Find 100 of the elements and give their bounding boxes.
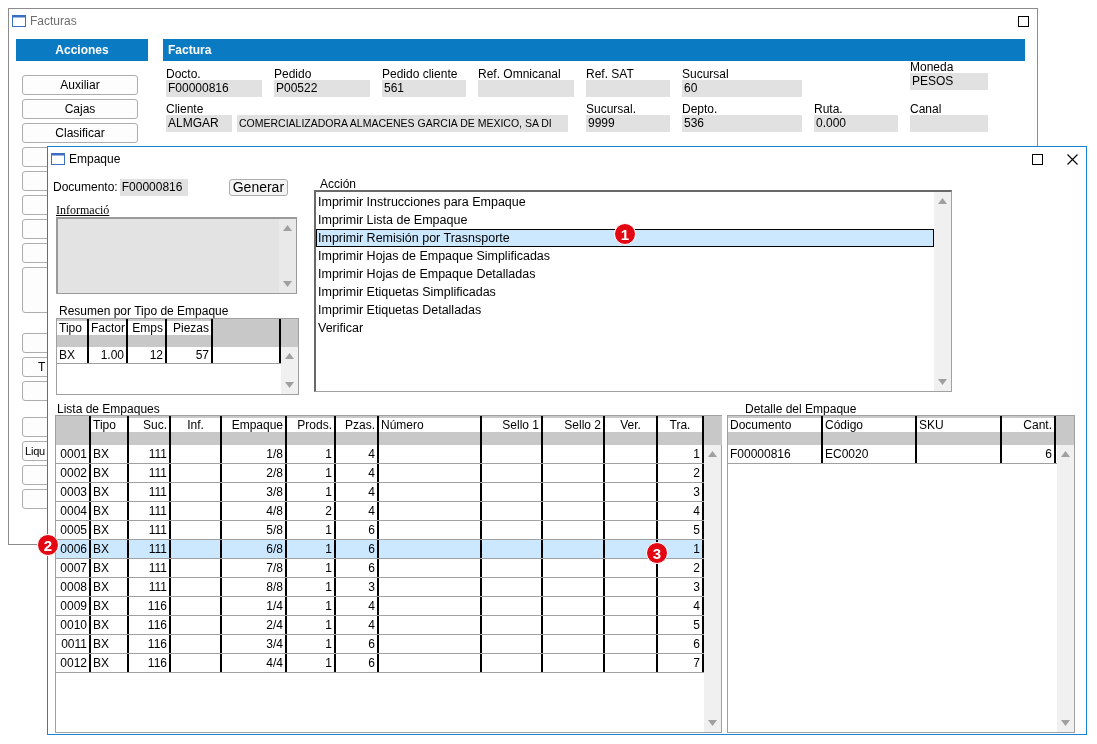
table-cell: BX [91,616,129,634]
table-cell: 1 [287,540,336,558]
table-cell: 2/4 [222,616,287,634]
column-header[interactable]: Suc. [129,416,171,445]
scroll-down-arrow-icon[interactable] [938,379,947,385]
column-header[interactable]: Tipo [57,319,89,347]
table-row[interactable]: 0011 BX 116 3/4 1 6 6 [56,635,704,654]
maximize-icon[interactable] [1018,15,1029,27]
table-cell: 116 [129,597,171,615]
column-header[interactable]: Sello 2 [543,416,605,445]
action-button[interactable]: Auxiliar [22,75,138,95]
column-header[interactable]: Inf. [171,416,222,445]
list-item[interactable]: Imprimir Hojas de Empaque Detalladas [316,265,934,283]
read-only-field: 9999 [586,115,670,132]
scrollbar[interactable] [934,192,951,391]
table-cell: 0012 [56,654,91,672]
table-cell: 0007 [56,559,91,577]
table-cell: 1 [287,597,336,615]
section-header: Acciones [16,39,148,61]
column-header[interactable]: Tipo [91,416,129,445]
column-header[interactable]: Emps [128,319,167,347]
field-label: Documento: [53,180,118,194]
list-item[interactable]: Imprimir Etiquetas Detalladas [316,301,934,319]
field-label: Pedido [274,68,313,80]
scroll-down-arrow-icon[interactable] [285,382,294,388]
field-label: Moneda [910,61,955,73]
table-cell: 6 [336,559,379,577]
list-item[interactable]: Imprimir Etiquetas Simplificadas [316,283,934,301]
scroll-down-arrow-icon[interactable] [283,281,292,287]
scroll-up-arrow-icon[interactable] [1061,451,1070,457]
table-cell: 2 [287,502,336,520]
scroll-down-arrow-icon[interactable] [1061,720,1070,726]
table-cell: 111 [129,502,171,520]
table-cell: 4 [336,464,379,482]
table-cell: 1/8 [222,445,287,463]
scroll-down-arrow-icon[interactable] [708,720,717,726]
column-header[interactable]: Piezas [167,319,213,347]
group-label: Informació [55,204,111,216]
table-cell: 0009 [56,597,91,615]
column-header[interactable]: Cant. [1002,416,1056,445]
column-header[interactable]: Documento [728,416,823,445]
table-cell: 7/8 [222,559,287,577]
table-cell: 0004 [56,502,91,520]
scrollbar[interactable] [704,445,721,732]
field-label: Canal [910,103,943,115]
column-header[interactable]: Factor [89,319,128,347]
list-item[interactable]: Imprimir Hojas de Empaque Simplificadas [316,247,934,265]
column-header[interactable]: Prods. [287,416,336,445]
table-row[interactable]: 0003 BX 111 3/8 1 4 3 [56,483,704,502]
table-cell: 4/4 [222,654,287,672]
table-cell: BX [91,654,129,672]
scroll-up-arrow-icon[interactable] [285,353,294,359]
column-header[interactable]: Pzas. [336,416,379,445]
table-row[interactable]: 0010 BX 116 2/4 1 4 5 [56,616,704,635]
table-row[interactable]: 0012 BX 116 4/4 1 6 7 [56,654,704,673]
scrollbar[interactable] [279,219,296,293]
table-row[interactable]: 0009 BX 116 1/4 1 4 4 [56,597,704,616]
list-item[interactable]: Imprimir Instrucciones para Empaque [316,193,934,211]
table-cell: 111 [129,445,171,463]
table-row[interactable]: 0002 BX 111 2/8 1 4 2 [56,464,704,483]
scroll-up-arrow-icon[interactable] [283,225,292,231]
column-header[interactable]: Sello 1 [482,416,543,445]
read-only-field: F00000816 [119,178,188,196]
table-cell: 111 [129,578,171,596]
window-title: Facturas [30,14,77,28]
table-cell: 0003 [56,483,91,501]
read-only-field: F00000816 [166,80,262,97]
table-row[interactable]: 0004 BX 111 4/8 2 4 4 [56,502,704,521]
scrollbar[interactable] [281,347,298,394]
column-header[interactable]: Número [379,416,482,445]
action-button[interactable]: Cajas [22,99,138,119]
table-cell: 57 [167,347,213,363]
field-label: Cliente [166,103,205,115]
window-icon [12,15,26,27]
table-row[interactable]: 0007 BX 111 7/8 1 6 2 [56,559,704,578]
generar-button[interactable]: Generar [228,178,289,196]
table-cell: 0011 [56,635,91,653]
scroll-up-arrow-icon[interactable] [938,198,947,204]
list-item[interactable]: Verificar [316,319,934,337]
table-row[interactable]: 0008 BX 111 8/8 1 3 3 [56,578,704,597]
table-cell: 4/8 [222,502,287,520]
scroll-up-arrow-icon[interactable] [708,451,717,457]
read-only-field: PESOS [910,73,988,90]
table-cell: 4 [336,445,379,463]
action-button[interactable]: Clasificar [22,123,138,143]
read-only-field: ALMGAR [166,115,232,132]
column-header[interactable]: SKU [917,416,1002,445]
read-only-field: COMERCIALIZADORA ALMACENES GARCIA DE MEXICO, SA DI [237,115,568,132]
column-header[interactable]: Código [823,416,917,445]
close-icon[interactable] [1067,153,1078,165]
maximize-icon[interactable] [1032,153,1043,165]
table-row[interactable]: 0001 BX 111 1/8 1 4 1 [56,445,704,464]
text-area[interactable] [56,217,297,294]
group-label: Detalle del Empaque [744,403,858,415]
scrollbar[interactable] [1057,445,1074,732]
table-cell: 1 [287,464,336,482]
column-header[interactable]: Ver. [605,416,658,445]
table-cell: 3/8 [222,483,287,501]
column-header[interactable]: Tra. [658,416,704,445]
column-header[interactable]: Empaque [222,416,287,445]
